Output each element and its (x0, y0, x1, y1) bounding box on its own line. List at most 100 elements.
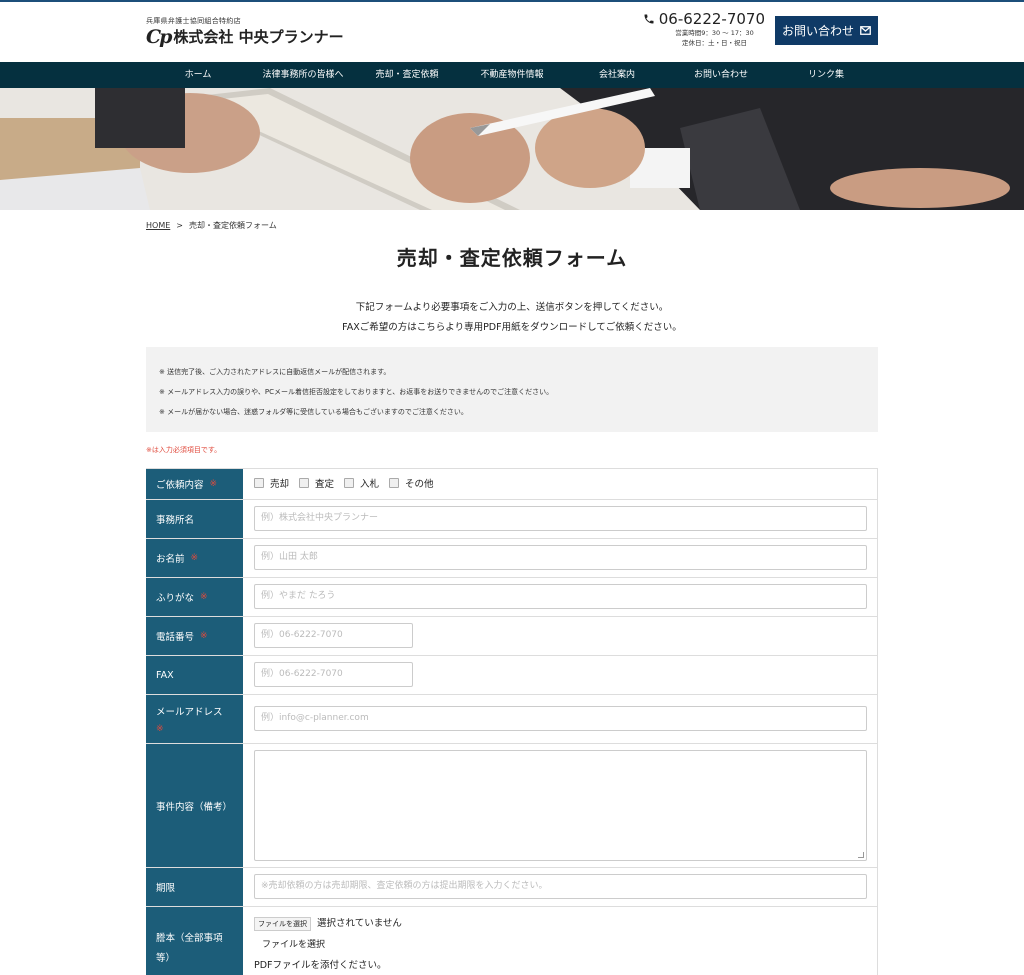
required-mark: ※ (209, 479, 218, 489)
required-mark: ※ (200, 631, 208, 641)
checkbox-appraisal[interactable]: 査定 (299, 476, 334, 490)
label-text: FAX (156, 669, 174, 681)
breadcrumb-current: 売却・査定依頼フォーム (188, 221, 277, 230)
field-label: 電話番号 ※ (146, 617, 244, 655)
field-label: ご依頼内容 ※ (146, 469, 244, 499)
form-row-office: 事務所名 例）株式会社中央プランナー (146, 500, 878, 539)
field-label: ふりがな ※ (146, 578, 244, 616)
kana-input[interactable]: 例）やまだ たろう (254, 584, 867, 609)
name-input[interactable]: 例）山田 太郎 (254, 545, 867, 570)
form-row-details: 事件内容（備考） (146, 744, 878, 868)
hero-image (0, 88, 1024, 210)
site-header: 兵庫県弁護士協同組合特約店 Cp 株式会社 中央プランナー 06-6222-70… (0, 2, 1024, 62)
details-textarea[interactable] (254, 750, 867, 861)
global-nav: ホーム 法律事務所の皆様へ 売却・査定依頼 不動産物件情報 会社案内 お問い合わ… (0, 62, 1024, 88)
file-status: 選択されていません (317, 918, 402, 929)
holiday-info: 定休日：土・日・祝日 (682, 39, 747, 47)
checkbox-box[interactable] (344, 478, 355, 488)
field-cell: 例）06-6222-7070 (244, 617, 878, 655)
required-mark: ※ (200, 592, 208, 602)
field-label: 謄本（全部事項 等） (146, 907, 244, 975)
notice-line: ※ メールが届かない場合、迷惑フォルダ等に受信している場合もございますのでご注意… (159, 408, 468, 416)
file-help-text: PDFファイルを添付ください。 (254, 960, 387, 971)
field-label: 事件内容（備考） (146, 744, 244, 867)
checkbox-sale[interactable]: 売却 (254, 476, 289, 490)
form-row-email: メールアドレス ※ 例）info@c-planner.com (146, 695, 878, 744)
breadcrumb-home[interactable]: HOME (146, 221, 170, 230)
company-name: 株式会社 中央プランナー (173, 28, 344, 46)
deadline-input[interactable]: ※売却依頼の方は売却期限、査定依頼の方は提出期限を入力ください。 (254, 874, 867, 899)
label-stack: メールアドレス ※ (156, 704, 223, 734)
field-cell: ※売却依頼の方は売却期限、査定依頼の方は提出期限を入力ください。 (244, 868, 878, 906)
resize-handle-icon[interactable] (858, 852, 864, 858)
page-title: 売却・査定依頼フォーム (396, 246, 628, 270)
form-row-request-type: ご依頼内容 ※ 売却 査定 入札 その他 (146, 469, 878, 500)
form-row-kana: ふりがな ※ 例）やまだ たろう (146, 578, 878, 617)
intro-line: 下記フォームより必要事項をご入力の上、送信ボタンを押してください。 (355, 302, 669, 313)
field-label: 期限 (146, 868, 244, 906)
hero-illustration (0, 88, 1024, 210)
request-type-checkboxes: 売却 査定 入札 その他 (254, 476, 444, 490)
checkbox-label: その他 (405, 479, 434, 490)
checkbox-box[interactable] (254, 478, 264, 488)
label-text: お名前 (156, 554, 185, 565)
fax-input[interactable]: 例）06-6222-7070 (254, 662, 413, 687)
notice-line: ※ 送信完了後、ご入力されたアドレスに自動返信メールが配信されます。 (159, 368, 391, 376)
brand-subtitle: 兵庫県弁護士協同組合特約店 (146, 17, 241, 25)
business-hours: 営業時間9：30 〜 17：30 (675, 29, 754, 37)
label-text: メールアドレス (156, 707, 223, 718)
logo-mark: Cp (146, 26, 172, 48)
nav-properties[interactable]: 不動産物件情報 (480, 62, 543, 88)
form-row-deadline: 期限 ※売却依頼の方は売却期限、査定依頼の方は提出期限を入力ください。 (146, 868, 878, 907)
required-note: ※は入力必須項目です。 (146, 446, 222, 454)
field-cell: 例）06-6222-7070 (244, 656, 878, 694)
office-name-input[interactable]: 例）株式会社中央プランナー (254, 506, 867, 531)
nav-law-firms[interactable]: 法律事務所の皆様へ (262, 62, 343, 88)
nav-company[interactable]: 会社案内 (599, 62, 635, 88)
label-text: ご依頼内容 (156, 480, 204, 491)
field-label: 事務所名 (146, 500, 244, 538)
tel-input[interactable]: 例）06-6222-7070 (254, 623, 413, 648)
label-stack: 謄本（全部事項 等） (156, 930, 223, 964)
request-form: ご依頼内容 ※ 売却 査定 入札 その他 事務所名 例）株式会社中央プランナー お… (146, 468, 878, 975)
intro-text: 下記フォームより必要事項をご入力の上、送信ボタンを押してください。 FAXご希望… (0, 298, 1024, 338)
checkbox-other[interactable]: その他 (389, 476, 434, 490)
contact-button-label: お問い合わせ (781, 24, 854, 38)
contact-button[interactable]: お問い合わせ (775, 16, 878, 45)
label-text: 事務所名 (156, 515, 195, 526)
form-row-register-copy: 謄本（全部事項 等） ファイルを選択 選択されていません ファイルを選択 PDF… (146, 907, 878, 975)
nav-links[interactable]: リンク集 (808, 62, 844, 88)
required-mark: ※ (156, 724, 164, 734)
phone-icon (644, 14, 654, 24)
checkbox-box[interactable] (389, 478, 400, 488)
field-label: メールアドレス ※ (146, 695, 244, 743)
breadcrumb: HOME > 売却・査定依頼フォーム (146, 220, 277, 231)
field-label: FAX (146, 656, 244, 694)
breadcrumb-separator: > (176, 221, 183, 230)
field-cell: 例）info@c-planner.com (244, 695, 878, 743)
file-select-label[interactable]: ファイルを選択 (262, 937, 325, 950)
form-row-name: お名前 ※ 例）山田 太郎 (146, 539, 878, 578)
mail-icon (860, 26, 871, 35)
label-text: 期限 (156, 883, 176, 894)
notice-box: ※ 送信完了後、ご入力されたアドレスに自動返信メールが配信されます。 ※ メール… (146, 347, 878, 432)
nav-contact[interactable]: お問い合わせ (694, 62, 748, 88)
nav-sale-request[interactable]: 売却・査定依頼 (375, 62, 438, 88)
field-cell: 例）山田 太郎 (244, 539, 878, 577)
phone-number[interactable]: 06-6222-7070 (640, 10, 765, 28)
nav-home[interactable]: ホーム (185, 62, 212, 88)
email-input[interactable]: 例）info@c-planner.com (254, 706, 867, 731)
checkbox-box[interactable] (299, 478, 310, 488)
phone-block: 06-6222-7070 営業時間9：30 〜 17：30 定休日：土・日・祝日 (640, 10, 765, 48)
checkbox-bid[interactable]: 入札 (344, 476, 379, 490)
site-logo[interactable]: Cp 株式会社 中央プランナー (146, 26, 344, 48)
required-mark: ※ (190, 553, 199, 563)
label-text: 等） (156, 952, 176, 964)
label-text: ふりがな (156, 593, 195, 604)
notice-line: ※ メールアドレス入力の誤りや、PCメール着信拒否設定をしておりますと、お返事を… (159, 388, 554, 396)
field-cell (244, 744, 878, 867)
intro-line: FAXご希望の方はこちらより専用PDF用紙をダウンロードしてご依頼ください。 (342, 322, 682, 333)
field-cell: ファイルを選択 選択されていません ファイルを選択 PDFファイルを添付ください… (244, 907, 878, 975)
file-select-button[interactable]: ファイルを選択 (254, 917, 311, 931)
checkbox-label: 売却 (270, 479, 290, 490)
